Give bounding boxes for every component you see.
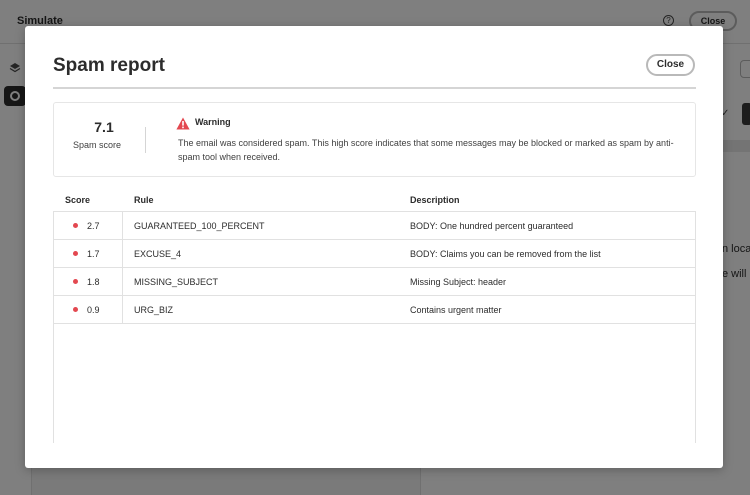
table-row[interactable]: 2.7 GUARANTEED_100_PERCENT BODY: One hun…: [54, 212, 695, 240]
column-header-description[interactable]: Description: [410, 195, 460, 205]
spam-score-card: 7.1 Spam score Warning The email was con…: [53, 102, 696, 177]
warning-message: The email was considered spam. This high…: [178, 138, 674, 162]
column-header-score[interactable]: Score: [65, 195, 90, 205]
column-divider: [122, 296, 123, 324]
rule-score: 2.7: [87, 221, 100, 231]
warning-title: Warning: [195, 117, 231, 127]
column-divider: [122, 268, 123, 296]
column-header-rule[interactable]: Rule: [134, 195, 154, 205]
status-dot-icon: [73, 279, 78, 284]
rule-description: BODY: Claims you can be removed from the…: [410, 249, 601, 259]
dialog-title: Spam report: [53, 55, 165, 76]
table-row[interactable]: 0.9 URG_BIZ Contains urgent matter: [54, 296, 695, 324]
rule-name: URG_BIZ: [134, 305, 174, 315]
rule-score: 1.7: [87, 249, 100, 259]
score-separator: [145, 127, 146, 153]
spam-score-value: 7.1: [94, 119, 114, 135]
table-row[interactable]: 1.7 EXCUSE_4 BODY: Claims you can be rem…: [54, 240, 695, 268]
rule-score: 0.9: [87, 305, 100, 315]
spam-score-label: Spam score: [72, 140, 122, 150]
rule-description: BODY: One hundred percent guaranteed: [410, 221, 574, 231]
rule-name: GUARANTEED_100_PERCENT: [134, 221, 265, 231]
warning-triangle-icon: [176, 117, 190, 130]
column-divider: [122, 212, 123, 240]
status-dot-icon: [73, 251, 78, 256]
rules-table-header: Score Rule Description: [53, 189, 696, 211]
status-dot-icon: [73, 307, 78, 312]
spam-report-dialog: Spam report Close 7.1 Spam score Warning…: [25, 26, 723, 468]
rule-name: MISSING_SUBJECT: [134, 277, 219, 287]
close-button[interactable]: Close: [646, 54, 695, 76]
rule-description: Missing Subject: header: [410, 277, 507, 287]
title-divider: [53, 87, 696, 89]
rules-table: 2.7 GUARANTEED_100_PERCENT BODY: One hun…: [53, 211, 696, 443]
rule-score: 1.8: [87, 277, 100, 287]
rule-name: EXCUSE_4: [134, 249, 182, 259]
table-row[interactable]: 1.8 MISSING_SUBJECT Missing Subject: hea…: [54, 268, 695, 296]
rule-description: Contains urgent matter: [410, 305, 502, 315]
status-dot-icon: [73, 223, 78, 228]
column-divider: [122, 240, 123, 268]
